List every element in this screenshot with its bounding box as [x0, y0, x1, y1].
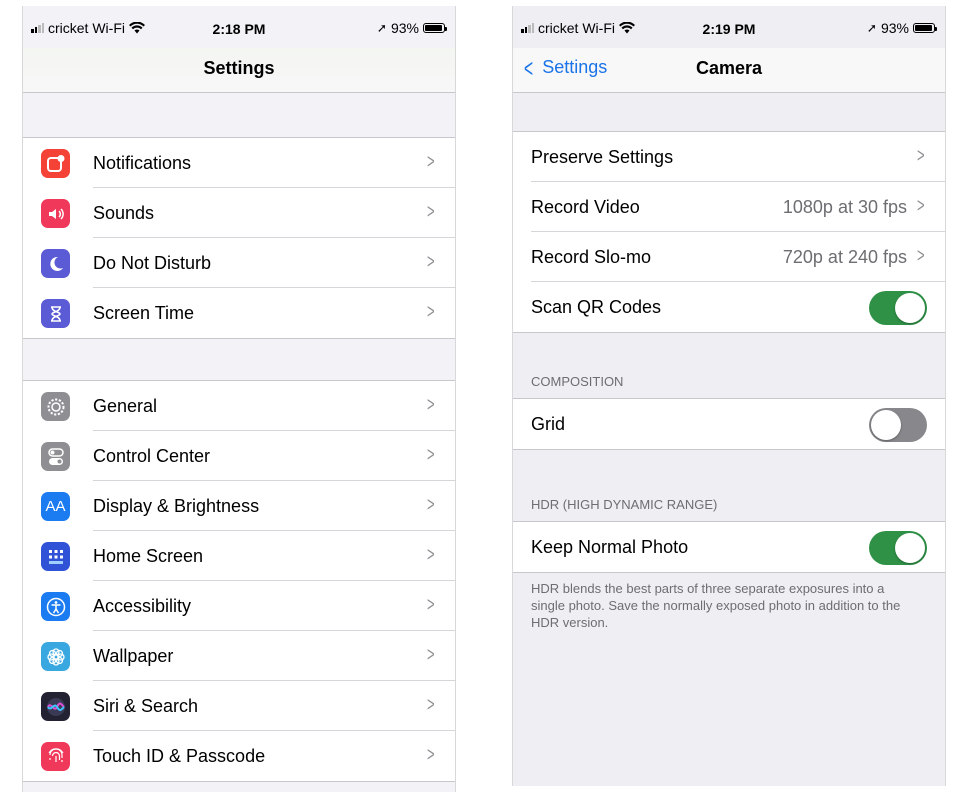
settings-row-sounds[interactable]: Sounds > [23, 188, 455, 238]
chevron-right-icon: > [917, 245, 925, 267]
settings-screen: cricket Wi-Fi 2:18 PM ➚ 93% Settings Not… [22, 6, 456, 792]
settings-group-2: General > Control Center > AA Display & Brigh… [23, 380, 455, 782]
settings-row-display-brightness[interactable]: AA Display & Brightness > [23, 481, 455, 531]
row-label: Accessibility [93, 596, 192, 616]
row-label: Scan QR Codes [531, 297, 662, 317]
row-label: Record Video [531, 197, 640, 217]
battery-icon [913, 23, 937, 33]
chevron-right-icon: > [427, 744, 435, 766]
hourglass-icon [41, 299, 70, 328]
chevron-right-icon: > [427, 644, 435, 666]
status-bar: cricket Wi-Fi 2:19 PM ➚ 93% [513, 6, 945, 48]
row-label: Notifications [93, 153, 192, 173]
scan-qr-codes-toggle[interactable] [869, 291, 927, 325]
battery-percent: 93% [880, 20, 909, 36]
row-label: General [93, 396, 158, 416]
chevron-right-icon: > [427, 544, 435, 566]
chevron-right-icon: > [427, 594, 435, 616]
composition-group: Grid [513, 398, 945, 450]
chevron-right-icon: > [427, 151, 435, 173]
row-value: 1080p at 30 fps [782, 197, 907, 217]
settings-row-home-screen[interactable]: Home Screen > [23, 531, 455, 581]
sounds-icon [41, 199, 70, 228]
flower-icon [41, 642, 70, 671]
camera-settings-screen: cricket Wi-Fi 2:19 PM ➚ 93% < Settings C… [512, 6, 946, 786]
chevron-right-icon: > [917, 145, 925, 167]
toggles-icon [41, 442, 70, 471]
hdr-description: HDR blends the best parts of three separ… [531, 581, 901, 630]
settings-row-do-not-disturb[interactable]: Do Not Disturb > [23, 238, 455, 288]
row-label: Home Screen [93, 546, 204, 566]
settings-row-screen-time[interactable]: Screen Time > [23, 288, 455, 338]
settings-row-control-center[interactable]: Control Center > [23, 431, 455, 481]
settings-row-touch-id-passcode[interactable]: Touch ID & Passcode > [23, 731, 455, 781]
settings-group-1: Notifications > Sounds > Do Not Disturb > Scre… [23, 137, 455, 339]
siri-icon [41, 692, 70, 721]
row-value: 720p at 240 fps [782, 247, 907, 267]
chevron-right-icon: > [427, 444, 435, 466]
nav-bar: Settings [23, 48, 455, 93]
chevron-right-icon: > [427, 394, 435, 416]
row-label: Do Not Disturb [93, 253, 212, 273]
chevron-right-icon: > [427, 301, 435, 323]
location-arrow-icon: ➚ [866, 21, 877, 35]
row-label: Touch ID & Passcode [93, 746, 266, 766]
nav-bar: < Settings Camera [513, 48, 945, 93]
row-label: Siri & Search [93, 696, 199, 716]
row-label: Grid [531, 414, 566, 434]
settings-row-accessibility[interactable]: Accessibility > [23, 581, 455, 631]
notifications-icon [41, 149, 70, 178]
preserve-settings-row[interactable]: Preserve Settings > [513, 132, 945, 182]
record-slo-mo-row[interactable]: Record Slo-mo 720p at 240 fps > [513, 232, 945, 282]
chevron-right-icon: > [427, 494, 435, 516]
chevron-right-icon: > [427, 251, 435, 273]
row-label: Control Center [93, 446, 211, 466]
gear-icon [41, 392, 70, 421]
row-label: Preserve Settings [531, 147, 674, 167]
chevron-right-icon: > [427, 694, 435, 716]
grid-row: Grid [513, 399, 945, 449]
row-label: Screen Time [93, 303, 195, 323]
row-label: Record Slo-mo [531, 247, 652, 267]
home-grid-icon [41, 542, 70, 571]
settings-row-notifications[interactable]: Notifications > [23, 138, 455, 188]
battery-percent: 93% [390, 20, 419, 36]
status-right: ➚ 93% [376, 20, 447, 36]
settings-row-siri-search[interactable]: Siri & Search > [23, 681, 455, 731]
text-size-icon: AA [41, 492, 70, 521]
accessibility-icon [41, 592, 70, 621]
hdr-group: Keep Normal Photo [513, 521, 945, 573]
camera-options-group: Preserve Settings > Record Video 1080p a… [513, 131, 945, 333]
row-label: Keep Normal Photo [531, 537, 689, 557]
row-label: Sounds [93, 203, 155, 223]
moon-icon [41, 249, 70, 278]
keep-normal-photo-toggle[interactable] [869, 531, 927, 565]
composition-section-header: COMPOSITION [531, 374, 624, 389]
page-title: Settings [203, 58, 275, 78]
scan-qr-codes-row: Scan QR Codes [513, 282, 945, 332]
chevron-right-icon: > [917, 195, 925, 217]
row-label: Display & Brightness [93, 496, 260, 516]
battery-icon [423, 23, 447, 33]
settings-row-general[interactable]: General > [23, 381, 455, 431]
status-bar: cricket Wi-Fi 2:18 PM ➚ 93% [23, 6, 455, 48]
row-label: Wallpaper [93, 646, 174, 666]
grid-toggle[interactable] [869, 408, 927, 442]
chevron-right-icon: > [427, 201, 435, 223]
page-title: Camera [695, 58, 763, 78]
location-arrow-icon: ➚ [376, 21, 387, 35]
fingerprint-icon [41, 742, 70, 771]
record-video-row[interactable]: Record Video 1080p at 30 fps > [513, 182, 945, 232]
hdr-section-header: HDR (HIGH DYNAMIC RANGE) [531, 497, 718, 512]
settings-row-wallpaper[interactable]: Wallpaper > [23, 631, 455, 681]
keep-normal-photo-row: Keep Normal Photo [513, 522, 945, 572]
status-right: ➚ 93% [866, 20, 937, 36]
